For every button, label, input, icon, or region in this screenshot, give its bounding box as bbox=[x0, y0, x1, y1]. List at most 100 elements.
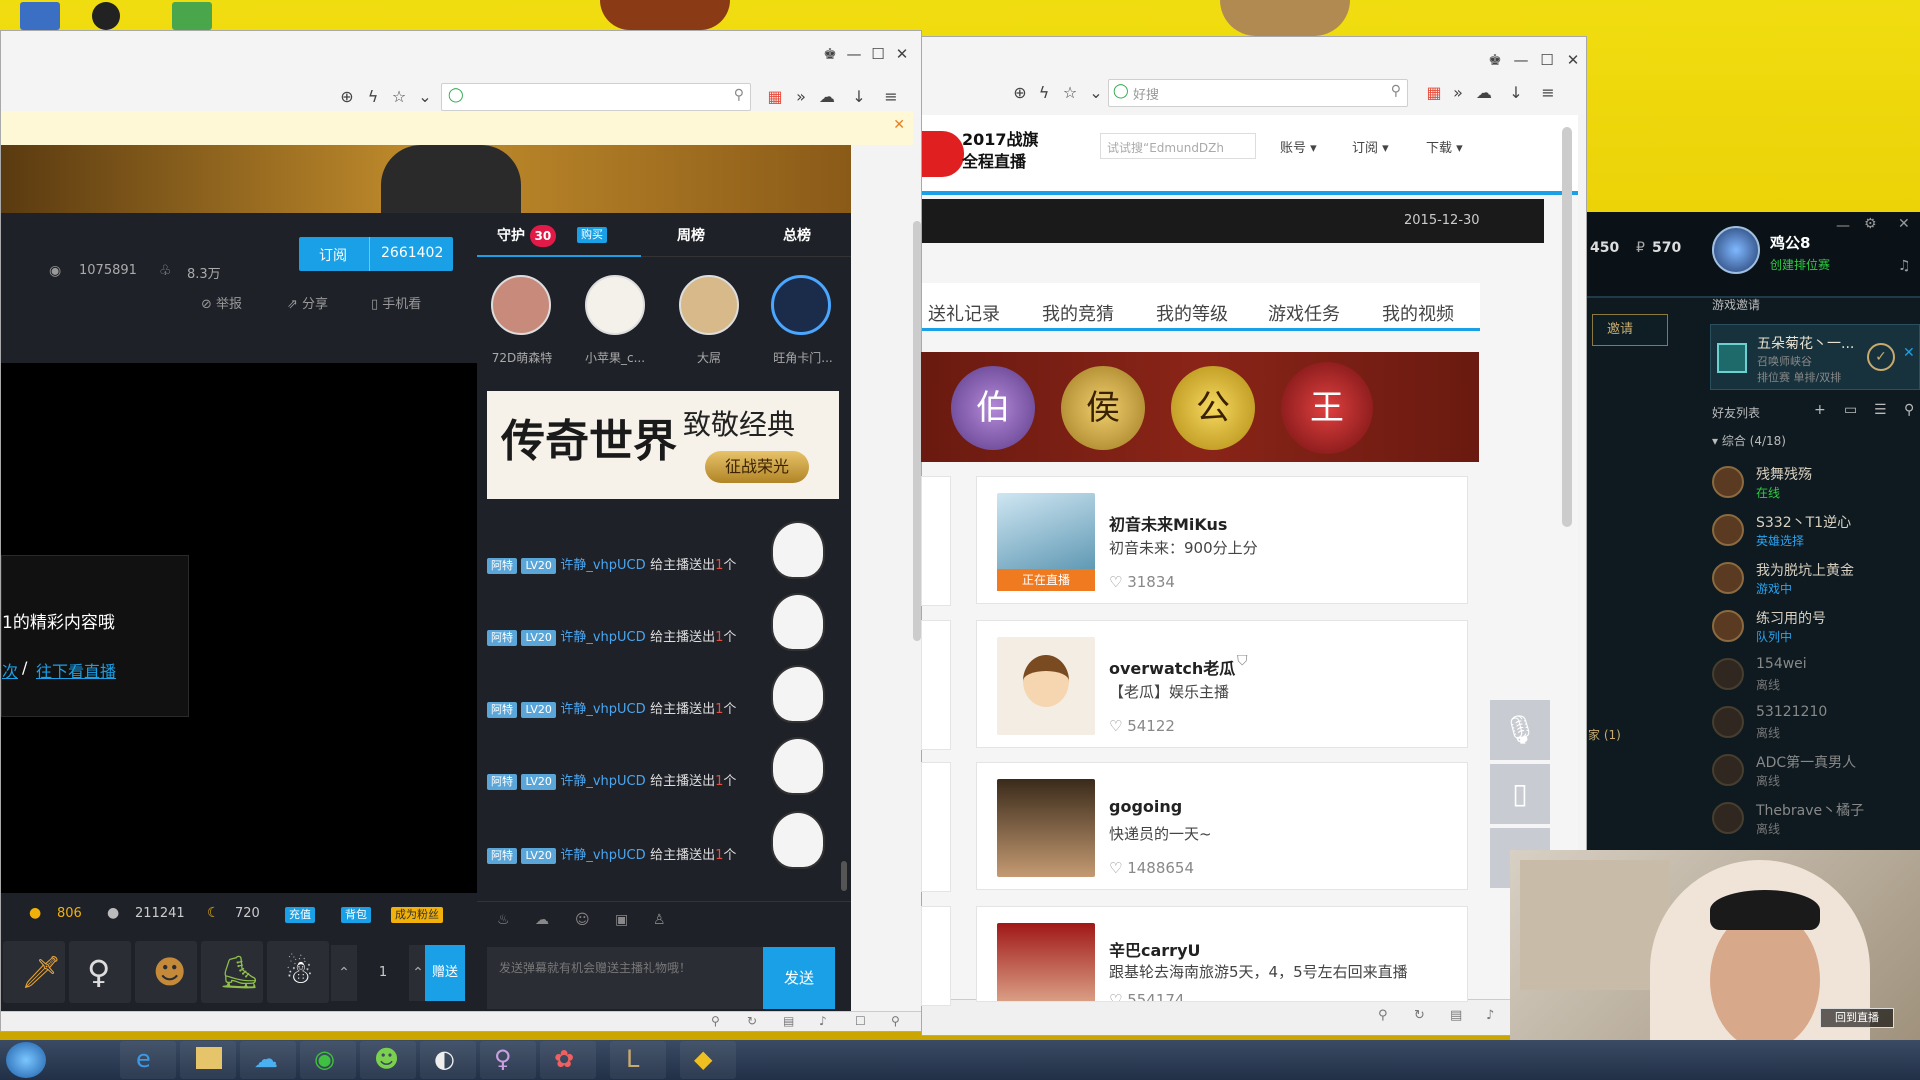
menu-subscribe[interactable]: 订阅 ▾ bbox=[1352, 137, 1389, 156]
trash-icon[interactable]: ▤ bbox=[1450, 1008, 1462, 1023]
accept-icon[interactable]: ✓ bbox=[1867, 343, 1895, 371]
pin-icon[interactable]: ⚲ bbox=[711, 1014, 720, 1028]
apps-icon[interactable]: ▦ bbox=[1422, 81, 1446, 105]
browser-taskbar-icon[interactable]: ◆ bbox=[680, 1041, 736, 1079]
message-user[interactable]: 许静_vhpUCD bbox=[560, 774, 645, 789]
emoji-icon[interactable]: ☺ bbox=[575, 912, 590, 928]
close-button[interactable]: ✕ bbox=[1562, 49, 1584, 71]
refresh-icon[interactable]: ↻ bbox=[747, 1014, 757, 1028]
tv-icon[interactable]: ▣ bbox=[615, 912, 628, 928]
refresh-icon[interactable]: ↻ bbox=[1414, 1008, 1425, 1023]
give-gift-button[interactable]: 赠送 bbox=[425, 945, 465, 1001]
trash-icon[interactable]: ▤ bbox=[783, 1014, 794, 1028]
guardian-avatar[interactable] bbox=[585, 275, 645, 335]
recharge-button[interactable]: 充值 bbox=[285, 907, 315, 923]
friend-avatar[interactable] bbox=[1712, 610, 1744, 642]
report-link[interactable]: ⊘ 举报 bbox=[201, 293, 242, 312]
start-button[interactable] bbox=[6, 1042, 46, 1078]
guardian-avatar[interactable] bbox=[491, 275, 551, 335]
tab-my-level[interactable]: 我的等级 bbox=[1156, 300, 1228, 326]
site-search-input[interactable]: 试试搜“EdmundDZh bbox=[1100, 133, 1256, 159]
menu-icon[interactable]: ≡ bbox=[879, 85, 903, 109]
friend-avatar[interactable] bbox=[1712, 562, 1744, 594]
ad-button[interactable]: 征战荣光 bbox=[705, 451, 809, 483]
chat-send-button[interactable]: 发送 bbox=[763, 947, 835, 1009]
become-fan-button[interactable]: 成为粉丝 bbox=[391, 907, 443, 923]
page-scrollbar[interactable] bbox=[1562, 127, 1572, 527]
invite-tab[interactable]: 邀请 bbox=[1592, 314, 1668, 346]
friend-name[interactable]: 53121210 bbox=[1756, 704, 1827, 720]
close-button[interactable]: ✕ bbox=[891, 43, 913, 65]
tab-weekly[interactable]: 周榜 bbox=[677, 225, 705, 245]
minimize-button[interactable]: — bbox=[1510, 49, 1532, 71]
computer-icon[interactable] bbox=[20, 2, 60, 30]
game-ad-banner[interactable]: 传奇世界 致敬经典 征战荣光 bbox=[487, 391, 839, 499]
buy-guard-button[interactable]: 购买 bbox=[577, 227, 607, 243]
obs-icon[interactable]: ◐ bbox=[420, 1041, 476, 1079]
friend-avatar[interactable] bbox=[1712, 754, 1744, 786]
friend-name[interactable]: 154wei bbox=[1756, 656, 1807, 672]
anime-app-icon[interactable]: ♀ bbox=[480, 1041, 536, 1079]
bolt-icon[interactable]: ϟ bbox=[1032, 81, 1056, 105]
chat-scrollbar[interactable] bbox=[841, 861, 847, 891]
lpl-logo-icon[interactable] bbox=[922, 131, 964, 177]
download-icon[interactable]: ↓ bbox=[1504, 81, 1528, 105]
security-app-icon[interactable]: ◉ bbox=[300, 1041, 356, 1079]
lol-settings-icon[interactable]: ⚙ bbox=[1864, 216, 1877, 232]
minimize-button[interactable]: — bbox=[843, 43, 865, 65]
anime-girl-gift-icon[interactable]: ♀ bbox=[69, 941, 131, 1003]
overlay-live-link[interactable]: 往下看直播 bbox=[36, 658, 116, 682]
lol-minimize-icon[interactable]: — bbox=[1836, 218, 1850, 234]
backpack-button[interactable]: 背包 bbox=[341, 907, 371, 923]
close-notice-icon[interactable]: ✕ bbox=[893, 117, 905, 133]
download-icon[interactable]: ↓ bbox=[847, 85, 871, 109]
search-input[interactable]: ◯ ⚲ bbox=[441, 83, 751, 111]
add-friend-icon[interactable]: + bbox=[1814, 402, 1826, 418]
monkey-gift-icon[interactable]: ☻ bbox=[135, 941, 197, 1003]
friend-name[interactable]: 残舞残殇 bbox=[1756, 464, 1812, 484]
maximize-button[interactable]: ☐ bbox=[867, 43, 889, 65]
user-icon[interactable]: ♙ bbox=[653, 912, 666, 928]
game-invite-card[interactable]: 五朵菊花丶一... 召唤师峡谷 排位赛 单排/双排 ✓ ✕ bbox=[1710, 324, 1920, 390]
bolt-icon[interactable]: ϟ bbox=[361, 85, 385, 109]
friend-avatar[interactable] bbox=[1712, 466, 1744, 498]
explorer-icon[interactable] bbox=[180, 1041, 236, 1079]
window-icon[interactable]: ☐ bbox=[855, 1014, 866, 1028]
photos-app-icon[interactable]: ✿ bbox=[540, 1041, 596, 1079]
streamer-card[interactable]: overwatch老瓜 ⛉ 【老瓜】娱乐主播 ♡ 54122 bbox=[976, 620, 1468, 748]
share-link[interactable]: ⇗ 分享 bbox=[287, 293, 328, 312]
page-scrollbar[interactable] bbox=[913, 221, 921, 641]
volume-icon[interactable]: ♪ bbox=[819, 1014, 827, 1028]
menu-account[interactable]: 账号 ▾ bbox=[1280, 137, 1317, 156]
fire-icon[interactable]: ♨ bbox=[497, 912, 510, 928]
message-user[interactable]: 许静_vhpUCD bbox=[560, 848, 645, 863]
skate-gift-icon[interactable]: ⛸ bbox=[201, 941, 263, 1003]
mobile-link[interactable]: ▯ 手机看 bbox=[371, 293, 421, 312]
tab-game-tasks[interactable]: 游戏任务 bbox=[1268, 300, 1340, 326]
profile-avatar[interactable] bbox=[1712, 226, 1760, 274]
sword-gift-icon[interactable]: 🗡 bbox=[3, 941, 65, 1003]
streamer-card[interactable]: gogoing 快递员的一天~ ♡ 1488654 bbox=[976, 762, 1468, 890]
search-input[interactable]: ◯ 好搜 ⚲ bbox=[1108, 79, 1408, 107]
search-friends-icon[interactable]: ⚲ bbox=[1904, 402, 1914, 418]
tab-my-videos[interactable]: 我的视频 bbox=[1382, 300, 1454, 326]
tab-gift-records[interactable]: 送礼记录 bbox=[928, 300, 1000, 326]
guardian-avatar[interactable] bbox=[679, 275, 739, 335]
gift-quantity-input[interactable]: 1 bbox=[357, 945, 409, 1001]
friend-avatar[interactable] bbox=[1712, 802, 1744, 834]
star-icon[interactable]: ☆ bbox=[387, 85, 411, 109]
message-user[interactable]: 许静_vhpUCD bbox=[560, 630, 645, 645]
maximize-button[interactable]: ☐ bbox=[1536, 49, 1558, 71]
friend-avatar[interactable] bbox=[1712, 658, 1744, 690]
pin-icon[interactable]: ⚲ bbox=[1378, 1008, 1388, 1023]
subscribe-button[interactable]: 订阅 2661402 bbox=[299, 237, 453, 271]
message-user[interactable]: 许静_vhpUCD bbox=[560, 558, 645, 573]
friend-name[interactable]: Thebrave丶橘子 bbox=[1756, 800, 1864, 820]
tab-total[interactable]: 总榜 bbox=[783, 225, 811, 245]
qq-icon[interactable] bbox=[92, 2, 120, 30]
cloud-icon[interactable]: ☁ bbox=[1472, 81, 1496, 105]
chat-bubble-icon[interactable]: ☁ bbox=[535, 912, 549, 928]
tab-my-bets[interactable]: 我的竞猜 bbox=[1042, 300, 1114, 326]
more-icon[interactable]: » bbox=[1446, 81, 1470, 105]
star-icon[interactable]: ☆ bbox=[1058, 81, 1082, 105]
